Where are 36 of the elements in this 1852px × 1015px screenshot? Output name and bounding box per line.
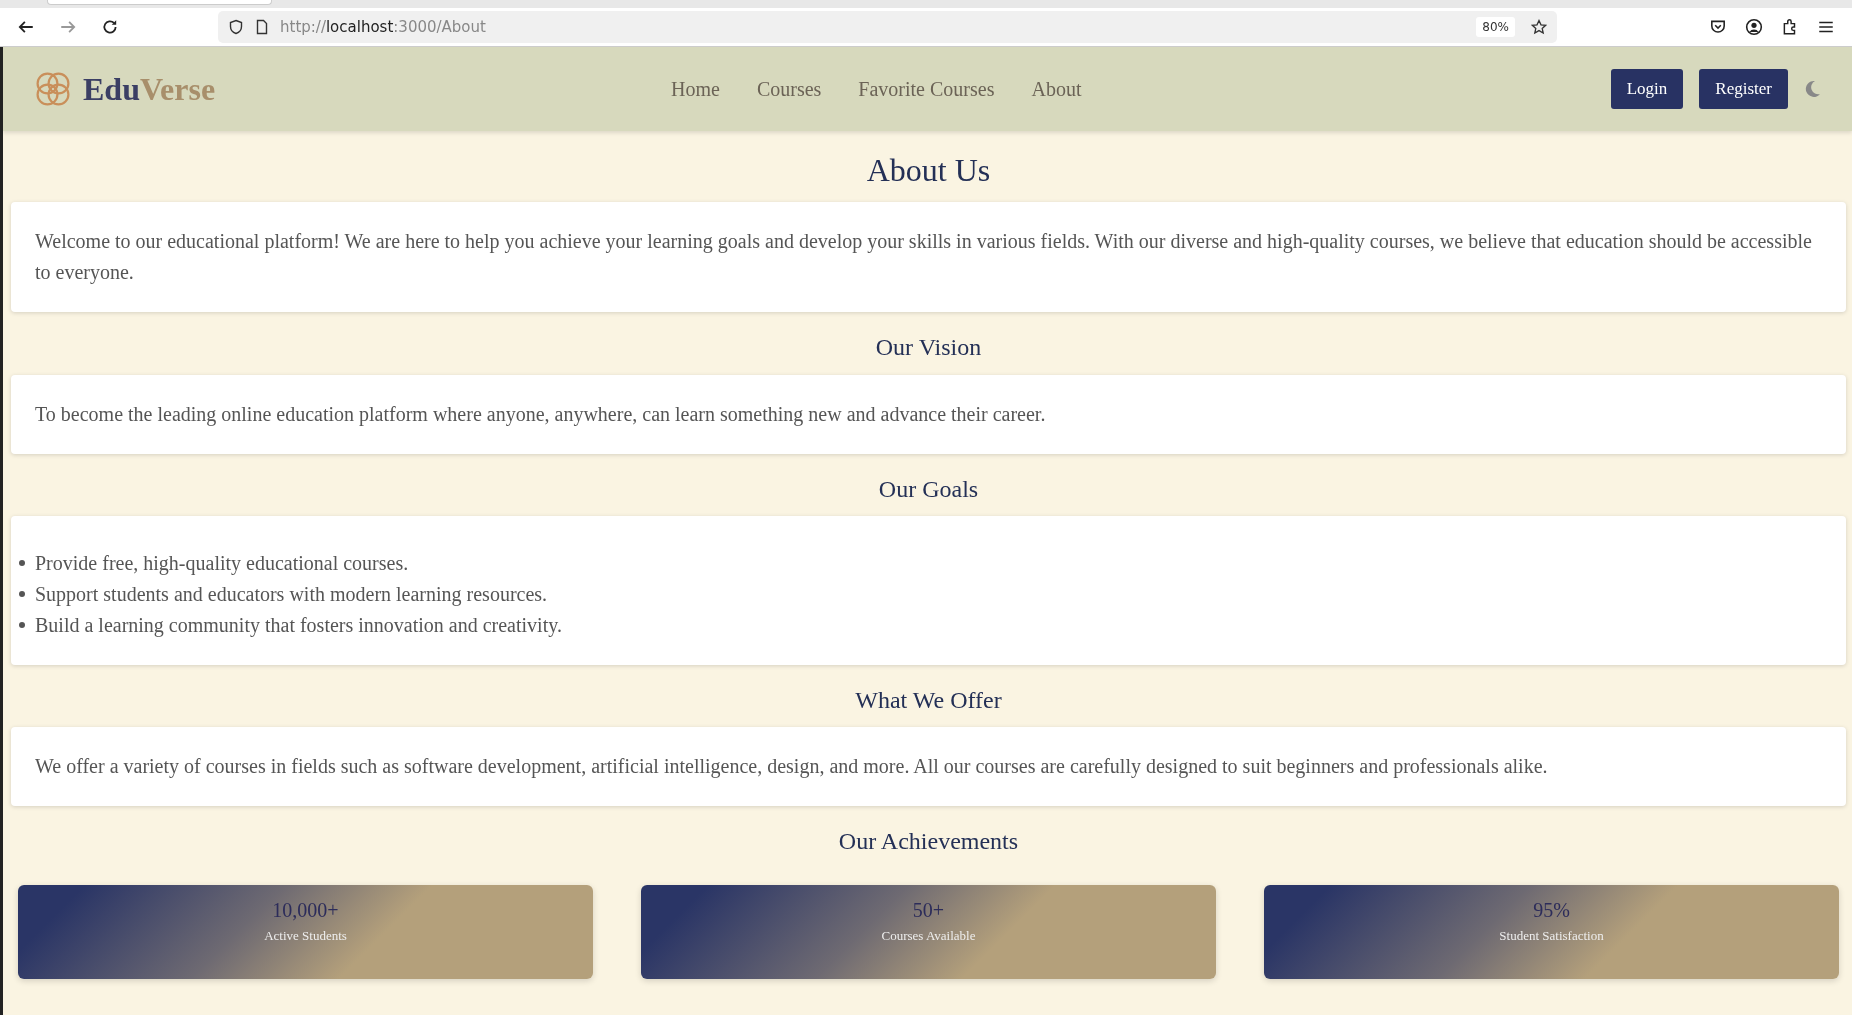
shield-icon[interactable] xyxy=(228,19,244,35)
page-title: About Us xyxy=(865,153,992,189)
address-bar[interactable]: http://localhost:3000/About 80% xyxy=(218,11,1557,43)
section-heading: Our Goals xyxy=(877,475,980,502)
stat-label: Student Satisfaction xyxy=(1499,927,1604,944)
section-heading: What We Offer xyxy=(854,686,1003,714)
section-heading: Our Achievements xyxy=(837,828,1020,855)
stat-value: 95% xyxy=(1533,898,1570,922)
auth-button[interactable]: Register xyxy=(1699,69,1788,109)
list-item-text: Support students and educators with modern learning resources. xyxy=(35,581,548,608)
stat-label: Active Students xyxy=(264,927,347,944)
section-heading: Our Vision xyxy=(874,334,983,361)
list-item-text: Build a learning community that fosters innovation and creativity. xyxy=(35,612,562,639)
bullet-icon xyxy=(19,591,25,598)
nav-link[interactable]: Courses xyxy=(756,77,822,101)
bullet-icon xyxy=(19,560,25,567)
nav-link[interactable]: About xyxy=(1031,77,1082,101)
paragraph: Welcome to our educational platform! We are here to help you achieve your learning goals and develop your skills in various fields. With our diverse and high-quality courses, we believe that education should be accessible to everyone. xyxy=(35,229,1813,286)
star-icon[interactable] xyxy=(1531,19,1547,35)
stat-value: 50+ xyxy=(912,898,945,922)
page-icon xyxy=(254,19,270,35)
stat-value: 10,000+ xyxy=(272,898,339,922)
bullet-icon xyxy=(19,622,25,629)
paragraph: We offer a variety of courses in fields such as software development, artificial intelligence, design, and more. All our courses are carefully designed to suit beginners and professionals alike. xyxy=(35,754,1549,780)
pocket-icon[interactable] xyxy=(1709,18,1727,36)
brand-logo-text[interactable]: EduVerse xyxy=(83,70,216,108)
auth-button[interactable]: Login xyxy=(1610,69,1684,109)
reload-icon[interactable] xyxy=(101,18,119,36)
account-icon[interactable] xyxy=(1745,18,1763,36)
zoom-level[interactable]: 80% xyxy=(1476,17,1515,37)
nav-link[interactable]: Home xyxy=(671,77,720,101)
paragraph: To become the leading online education platform where anyone, anywhere, can learn something new and advance their career. xyxy=(35,401,1047,428)
list-item-text: Provide free, high-quality educational courses. xyxy=(35,550,409,577)
url-text[interactable]: http://localhost:3000/About xyxy=(280,18,1467,36)
nav-link[interactable]: Favorite Courses xyxy=(858,77,995,101)
stat-label: Courses Available xyxy=(881,927,976,944)
